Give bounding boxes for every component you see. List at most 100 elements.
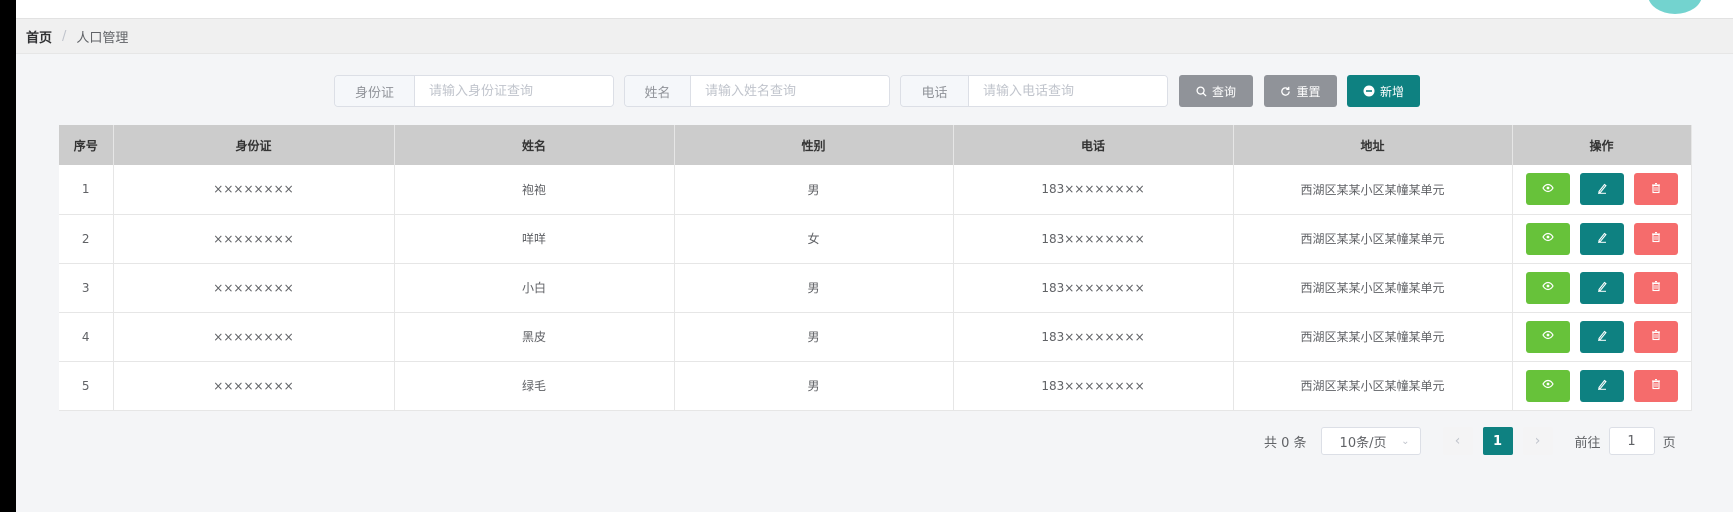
- phone-search-input[interactable]: [969, 76, 1167, 106]
- delete-button[interactable]: [1633, 173, 1678, 206]
- cell-id-card: ××××××××: [113, 312, 395, 362]
- add-button[interactable]: 新增: [1347, 75, 1420, 107]
- row-actions: [1513, 320, 1691, 353]
- reset-button[interactable]: 重置: [1264, 75, 1337, 107]
- breadcrumb: 首页 / 人口管理: [16, 19, 1733, 54]
- header-index: 序号: [59, 125, 114, 165]
- row-actions: [1513, 271, 1691, 304]
- delete-button[interactable]: [1633, 369, 1678, 402]
- table-row: 5 ×××××××× 绿毛男 183×××××××× 西湖区某某小区某幢某单元: [59, 361, 1692, 411]
- cell-gender: 男: [674, 361, 954, 411]
- chevron-right-icon: ›: [1534, 433, 1541, 449]
- page-size-value: 10条/页: [1339, 435, 1387, 451]
- cell-actions: [1512, 361, 1692, 411]
- cell-gender: 男: [674, 263, 954, 313]
- name-search-group: 姓名: [624, 75, 890, 107]
- page-number-current[interactable]: 1: [1482, 427, 1513, 455]
- id-search-input[interactable]: [415, 76, 613, 106]
- cell-gender: 女: [674, 214, 954, 264]
- view-button[interactable]: [1525, 369, 1570, 402]
- cell-index: 1: [59, 165, 114, 215]
- edit-button[interactable]: [1579, 173, 1624, 206]
- eye-icon: [1541, 280, 1554, 295]
- pencil-icon: [1596, 329, 1608, 344]
- table-header-row: 序号 身份证 姓名 性别 电话 地址 操作: [59, 125, 1692, 165]
- pencil-icon: [1596, 231, 1608, 246]
- eye-icon: [1541, 329, 1554, 344]
- cell-phone: 183××××××××: [953, 312, 1234, 362]
- query-button-label: 查询: [1211, 84, 1236, 99]
- edit-button[interactable]: [1579, 320, 1624, 353]
- cell-address: 西湖区某某小区某幢某单元: [1233, 312, 1513, 362]
- total-count: 共 0 条: [1264, 435, 1307, 451]
- cell-address: 西湖区某某小区某幢某单元: [1233, 214, 1513, 264]
- eye-icon: [1541, 182, 1554, 197]
- cell-actions: [1512, 263, 1692, 313]
- table-row: 4 ×××××××× 黑皮男 183×××××××× 西湖区某某小区某幢某单元: [59, 312, 1692, 362]
- cell-address: 西湖区某某小区某幢某单元: [1233, 165, 1513, 215]
- cell-phone: 183××××××××: [953, 165, 1234, 215]
- row-actions: [1513, 222, 1691, 255]
- cell-gender: 男: [674, 165, 954, 215]
- query-button[interactable]: 查询: [1179, 75, 1253, 107]
- cell-phone: 183××××××××: [953, 263, 1234, 313]
- name-search-input[interactable]: [691, 76, 889, 106]
- edit-button[interactable]: [1579, 271, 1624, 304]
- row-actions: [1513, 173, 1691, 206]
- trash-icon: [1650, 182, 1662, 197]
- row-actions: [1513, 369, 1691, 402]
- cell-id-card: ××××××××: [113, 263, 395, 313]
- delete-button[interactable]: [1633, 222, 1678, 255]
- cell-address: 西湖区某某小区某幢某单元: [1233, 361, 1513, 411]
- population-table: 序号 身份证 姓名 性别 电话 地址 操作 1 ×××××××× 袍袍男 183×××…: [59, 125, 1692, 411]
- cell-id-card: ××××××××: [113, 165, 395, 215]
- view-button[interactable]: [1525, 222, 1570, 255]
- breadcrumb-separator: /: [62, 28, 67, 44]
- cell-actions: [1512, 165, 1692, 215]
- trash-icon: [1650, 231, 1662, 246]
- cell-name: 黑皮: [394, 312, 675, 362]
- plus-circle-icon: [1363, 85, 1375, 97]
- avatar[interactable]: [1648, 0, 1702, 14]
- cell-id-card: ××××××××: [113, 361, 395, 411]
- header-gender: 性别: [674, 125, 954, 165]
- table-row: 3 ×××××××× 小白男 183×××××××× 西湖区某某小区某幢某单元: [59, 263, 1692, 313]
- cell-id-card: ××××××××: [113, 214, 395, 264]
- goto-label: 前往: [1574, 435, 1601, 451]
- left-edge-bar: [0, 0, 16, 512]
- edit-button[interactable]: [1579, 369, 1624, 402]
- view-button[interactable]: [1525, 271, 1570, 304]
- header-id-card: 身份证: [113, 125, 395, 165]
- view-button[interactable]: [1525, 320, 1570, 353]
- edit-button[interactable]: [1579, 222, 1624, 255]
- delete-button[interactable]: [1633, 271, 1678, 304]
- cell-name: 咩咩: [394, 214, 675, 264]
- goto-page-input[interactable]: 1: [1608, 427, 1655, 455]
- view-button[interactable]: [1525, 173, 1570, 206]
- delete-button[interactable]: [1633, 320, 1678, 353]
- page-size-select[interactable]: 10条/页 ⌄: [1320, 427, 1421, 455]
- breadcrumb-current: 人口管理: [76, 30, 129, 46]
- reset-button-label: 重置: [1296, 84, 1321, 99]
- header-address: 地址: [1233, 125, 1513, 165]
- eye-icon: [1541, 231, 1554, 246]
- cell-actions: [1512, 214, 1692, 264]
- cell-index: 4: [59, 312, 114, 362]
- cell-name: 袍袍: [394, 165, 675, 215]
- name-search-label: 姓名: [625, 76, 691, 106]
- chevron-down-icon: ⌄: [1401, 435, 1410, 447]
- search-bar: 身份证 姓名 电话 查询 重置 新增: [334, 75, 1420, 107]
- trash-icon: [1650, 329, 1662, 344]
- breadcrumb-home[interactable]: 首页: [26, 27, 52, 46]
- next-page-button[interactable]: ›: [1522, 427, 1553, 455]
- header-phone: 电话: [953, 125, 1234, 165]
- table-row: 2 ×××××××× 咩咩女 183×××××××× 西湖区某某小区某幢某单元: [59, 214, 1692, 264]
- trash-icon: [1650, 280, 1662, 295]
- pencil-icon: [1596, 378, 1608, 393]
- cell-address: 西湖区某某小区某幢某单元: [1233, 263, 1513, 313]
- pencil-icon: [1596, 280, 1608, 295]
- id-search-group: 身份证: [334, 75, 614, 107]
- cell-index: 3: [59, 263, 114, 313]
- phone-search-label: 电话: [901, 76, 969, 106]
- prev-page-button[interactable]: ‹: [1442, 427, 1473, 455]
